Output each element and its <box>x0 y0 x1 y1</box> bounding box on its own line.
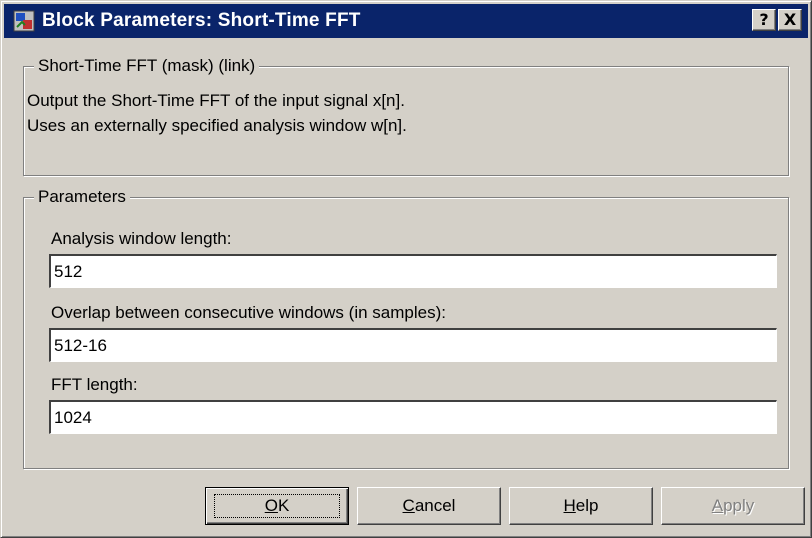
overlap-input[interactable] <box>49 328 777 362</box>
title-bar[interactable]: Block Parameters: Short-Time FFT ? X <box>4 4 808 38</box>
apply-button[interactable]: Apply <box>661 487 805 525</box>
description-line-2: Uses an externally specified analysis wi… <box>27 116 407 135</box>
close-icon[interactable]: X <box>778 9 802 31</box>
description-line-1: Output the Short-Time FFT of the input s… <box>27 91 405 110</box>
apply-label-rest: pply <box>723 496 755 515</box>
cancel-button[interactable]: Cancel <box>357 487 501 525</box>
description-group-legend: Short-Time FFT (mask) (link) <box>34 56 260 76</box>
ok-label-rest: K <box>277 496 290 515</box>
cancel-label-rest: ancel <box>414 496 456 515</box>
help-label-rest: elp <box>575 496 599 515</box>
help-mnemonic: H <box>563 496 576 515</box>
apply-mnemonic: A <box>711 496 724 515</box>
title-bar-buttons: ? X <box>752 9 802 31</box>
parameters-group-legend: Parameters <box>34 187 130 207</box>
help-button[interactable]: Help <box>509 487 653 525</box>
fft-length-input[interactable] <box>49 400 777 434</box>
block-parameters-dialog: Block Parameters: Short-Time FFT ? X Sho… <box>0 0 812 538</box>
ok-button[interactable]: OK <box>205 487 349 525</box>
analysis-window-length-label: Analysis window length: <box>51 229 232 248</box>
window-title: Block Parameters: Short-Time FFT <box>42 10 361 31</box>
overlap-label: Overlap between consecutive windows (in … <box>51 303 446 322</box>
cancel-mnemonic: C <box>402 496 415 515</box>
ok-button-focus-rect: OK <box>214 494 340 518</box>
ok-mnemonic: O <box>264 496 278 515</box>
analysis-window-length-input[interactable] <box>49 254 777 288</box>
simulink-block-icon <box>12 9 36 33</box>
help-question-icon[interactable]: ? <box>752 9 776 31</box>
fft-length-label: FFT length: <box>51 375 138 394</box>
